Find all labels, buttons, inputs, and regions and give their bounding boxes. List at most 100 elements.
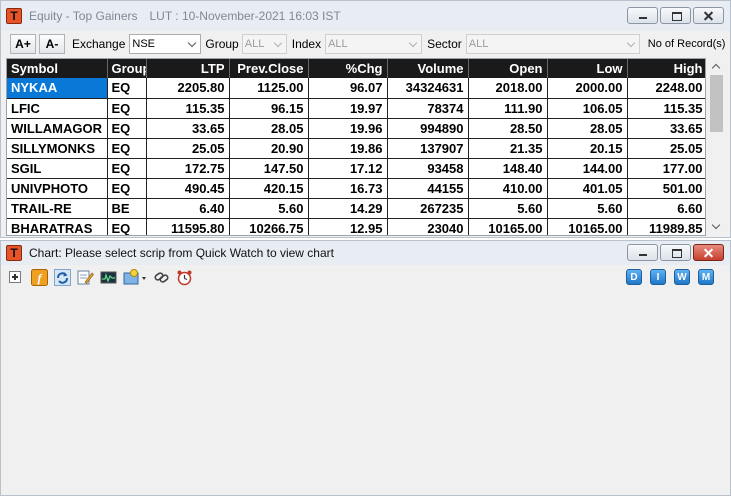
oscilloscope-icon[interactable]: [100, 269, 117, 286]
font-decrease-button[interactable]: A-: [39, 34, 65, 54]
col-header-ltp[interactable]: LTP: [146, 59, 230, 78]
period-weekly-button[interactable]: W: [674, 269, 690, 285]
cell-open[interactable]: 10165.00: [468, 218, 548, 235]
cell-prev-close[interactable]: 420.15: [229, 178, 309, 199]
cell-pct-chg[interactable]: 96.07: [308, 78, 388, 99]
alarm-clock-icon[interactable]: [176, 269, 193, 286]
cell-pct-chg[interactable]: 12.95: [308, 218, 388, 235]
col-header-volume[interactable]: Volume: [387, 59, 469, 78]
table-row[interactable]: NYKAA EQ 2205.80 1125.00 96.07 34324631 …: [7, 78, 705, 99]
cell-volume[interactable]: 137907: [387, 138, 469, 159]
cell-open[interactable]: 5.60: [468, 198, 548, 219]
cell-high[interactable]: 6.60: [627, 198, 705, 219]
col-header-symbol[interactable]: Symbol: [7, 59, 108, 78]
minimize-button[interactable]: [627, 7, 658, 24]
cell-group[interactable]: EQ: [107, 118, 147, 139]
table-row[interactable]: LFIC EQ 115.35 96.15 19.97 78374 111.90 …: [7, 98, 705, 119]
cell-group[interactable]: EQ: [107, 178, 147, 199]
sector-select[interactable]: ALL: [465, 34, 640, 54]
cell-ltp[interactable]: 2205.80: [146, 78, 230, 99]
cell-open[interactable]: 21.35: [468, 138, 548, 159]
col-header-low[interactable]: Low: [547, 59, 628, 78]
cell-symbol[interactable]: NYKAA: [7, 78, 108, 99]
cell-symbol[interactable]: TRAIL-RE: [7, 198, 108, 219]
cell-high[interactable]: 177.00: [627, 158, 705, 179]
col-header-prev-close[interactable]: Prev.Close: [229, 59, 309, 78]
cell-prev-close[interactable]: 96.15: [229, 98, 309, 119]
cell-symbol[interactable]: BHARATRAS: [7, 218, 108, 235]
cell-pct-chg[interactable]: 19.96: [308, 118, 388, 139]
cell-open[interactable]: 28.50: [468, 118, 548, 139]
cell-volume[interactable]: 78374: [387, 98, 469, 119]
cell-low[interactable]: 144.00: [547, 158, 628, 179]
cell-prev-close[interactable]: 5.60: [229, 198, 309, 219]
table-row[interactable]: BHARATRAS EQ 11595.80 10266.75 12.95 230…: [7, 218, 705, 235]
cell-high[interactable]: 115.35: [627, 98, 705, 119]
cell-low[interactable]: 5.60: [547, 198, 628, 219]
cell-volume[interactable]: 994890: [387, 118, 469, 139]
exchange-select[interactable]: NSE: [129, 34, 202, 54]
cell-high[interactable]: 33.65: [627, 118, 705, 139]
cell-prev-close[interactable]: 10266.75: [229, 218, 309, 235]
cell-symbol[interactable]: SILLYMONKS: [7, 138, 108, 159]
col-header-high[interactable]: High: [627, 59, 705, 78]
close-button[interactable]: [693, 244, 724, 261]
table-row[interactable]: SILLYMONKS EQ 25.05 20.90 19.86 137907 2…: [7, 138, 705, 159]
cell-symbol[interactable]: WILLAMAGOR: [7, 118, 108, 139]
refresh-arrow-icon[interactable]: [54, 268, 71, 286]
cell-group[interactable]: BE: [107, 198, 147, 219]
cell-low[interactable]: 2000.00: [547, 78, 628, 99]
maximize-button[interactable]: [660, 7, 691, 24]
close-button[interactable]: [693, 7, 724, 24]
period-monthly-button[interactable]: M: [698, 269, 714, 285]
cell-volume[interactable]: 34324631: [387, 78, 469, 99]
scrollbar-thumb[interactable]: [710, 75, 723, 132]
records-count-label[interactable]: No of Record(s): [648, 38, 726, 50]
cell-symbol[interactable]: UNIVPHOTO: [7, 178, 108, 199]
cell-ltp[interactable]: 11595.80: [146, 218, 230, 235]
chart-titlebar[interactable]: T Chart: Please select scrip from Quick …: [1, 241, 730, 265]
scroll-up-icon[interactable]: [708, 58, 725, 75]
cell-volume[interactable]: 267235: [387, 198, 469, 219]
cell-ltp[interactable]: 6.40: [146, 198, 230, 219]
chain-link-icon[interactable]: [153, 269, 170, 286]
cell-high[interactable]: 501.00: [627, 178, 705, 199]
cell-symbol[interactable]: SGIL: [7, 158, 108, 179]
cell-group[interactable]: EQ: [107, 158, 147, 179]
period-daily-button[interactable]: D: [626, 269, 642, 285]
cell-volume[interactable]: 44155: [387, 178, 469, 199]
cell-high[interactable]: 2248.00: [627, 78, 705, 99]
col-header-open[interactable]: Open: [468, 59, 548, 78]
cell-open[interactable]: 148.40: [468, 158, 548, 179]
table-row[interactable]: SGIL EQ 172.75 147.50 17.12 93458 148.40…: [7, 158, 705, 179]
cell-symbol[interactable]: LFIC: [7, 98, 108, 119]
cell-group[interactable]: EQ: [107, 138, 147, 159]
cell-prev-close[interactable]: 1125.00: [229, 78, 309, 99]
cell-open[interactable]: 410.00: [468, 178, 548, 199]
minimize-button[interactable]: [627, 244, 658, 261]
index-select[interactable]: ALL: [325, 34, 423, 54]
cell-group[interactable]: EQ: [107, 218, 147, 235]
cell-prev-close[interactable]: 20.90: [229, 138, 309, 159]
group-select[interactable]: ALL: [241, 34, 287, 54]
chart-canvas-area[interactable]: [1, 289, 730, 495]
cell-group[interactable]: EQ: [107, 78, 147, 99]
cell-ltp[interactable]: 490.45: [146, 178, 230, 199]
cell-group[interactable]: EQ: [107, 98, 147, 119]
cell-pct-chg[interactable]: 17.12: [308, 158, 388, 179]
top-gainers-titlebar[interactable]: T Equity - Top Gainers LUT : 10-November…: [1, 1, 730, 31]
plus-box-icon[interactable]: [9, 271, 21, 283]
chart-wizard-icon[interactable]: [123, 268, 147, 286]
cell-low[interactable]: 401.05: [547, 178, 628, 199]
cell-high[interactable]: 11989.85: [627, 218, 705, 235]
table-row[interactable]: WILLAMAGOR EQ 33.65 28.05 19.96 994890 2…: [7, 118, 705, 139]
cell-prev-close[interactable]: 28.05: [229, 118, 309, 139]
cell-volume[interactable]: 93458: [387, 158, 469, 179]
cell-low[interactable]: 10165.00: [547, 218, 628, 235]
cell-prev-close[interactable]: 147.50: [229, 158, 309, 179]
cell-pct-chg[interactable]: 16.73: [308, 178, 388, 199]
table-row[interactable]: UNIVPHOTO EQ 490.45 420.15 16.73 44155 4…: [7, 178, 705, 199]
table-row[interactable]: TRAIL-RE BE 6.40 5.60 14.29 267235 5.60 …: [7, 198, 705, 219]
cell-volume[interactable]: 23040: [387, 218, 469, 235]
pencil-note-icon[interactable]: [77, 269, 94, 286]
